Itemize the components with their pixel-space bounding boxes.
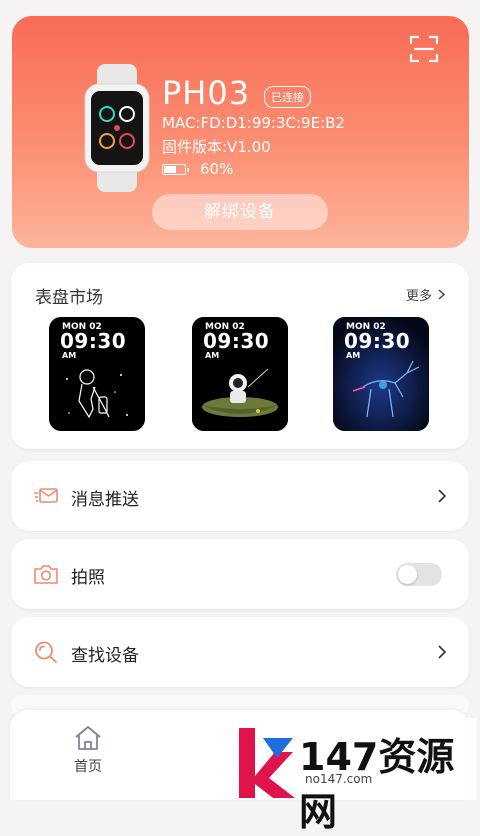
- firmware-version: 固件版本:V1.00: [162, 138, 271, 156]
- more-label: 更多: [405, 289, 432, 304]
- tab-label: 首页: [74, 759, 102, 775]
- device-card: PH03 已连接 MAC:FD:D1:99:3C:9E:B2 固件版本:V1.0…: [12, 16, 469, 248]
- camera-toggle[interactable]: [396, 563, 442, 586]
- watchface-thumbnail[interactable]: MON 02 09:30 AM: [333, 317, 429, 431]
- camera-icon: [34, 565, 58, 584]
- battery-status: 60%: [162, 160, 233, 178]
- scan-icon[interactable]: [409, 34, 439, 64]
- menu-label: 消息推送: [71, 490, 139, 510]
- face-ampm: AM: [205, 351, 220, 360]
- menu-label: 拍照: [71, 568, 105, 588]
- face-time: 09:30: [60, 329, 127, 353]
- toggle-knob: [398, 565, 417, 584]
- search-icon: [35, 641, 57, 663]
- menu-item-message-push[interactable]: 消息推送: [11, 461, 469, 531]
- tab-home[interactable]: 首页: [48, 724, 128, 776]
- battery-percent: 60%: [200, 160, 234, 178]
- watchface-thumbnail[interactable]: MON 02 09:30 AM: [192, 317, 288, 431]
- watchface-thumbnail[interactable]: MON 02 09:30 AM: [49, 317, 145, 431]
- menu-label: 查找设备: [71, 646, 139, 666]
- chevron-right-icon: [438, 289, 445, 300]
- chevron-right-icon: [438, 645, 447, 659]
- battery-icon: [162, 163, 189, 175]
- smartwatch-image: [84, 64, 150, 192]
- battery-fill: [164, 165, 176, 173]
- menu-item-find-device[interactable]: 查找设备: [11, 617, 469, 687]
- status-badge: 已连接: [264, 86, 311, 108]
- chevron-right-icon: [438, 489, 447, 503]
- face-ampm: AM: [62, 351, 77, 360]
- market-more-link[interactable]: 更多: [406, 285, 445, 304]
- watchface-market-card: 表盘市场 更多 MON 02 09:30 AM MON 02 09:30 AM …: [11, 263, 469, 449]
- face-time: 09:30: [203, 329, 270, 353]
- face-ampm: AM: [346, 351, 361, 360]
- market-title: 表盘市场: [35, 288, 103, 308]
- mac-address: MAC:FD:D1:99:3C:9E:B2: [162, 114, 345, 132]
- unbind-device-button[interactable]: 解绑设备: [152, 194, 328, 230]
- message-icon: [34, 488, 58, 503]
- home-icon: [75, 726, 101, 750]
- device-name: PH03: [162, 74, 251, 112]
- watermark-subtext: no147.com: [305, 772, 373, 786]
- menu-item-camera: 拍照: [11, 539, 469, 609]
- face-time: 09:30: [344, 329, 411, 353]
